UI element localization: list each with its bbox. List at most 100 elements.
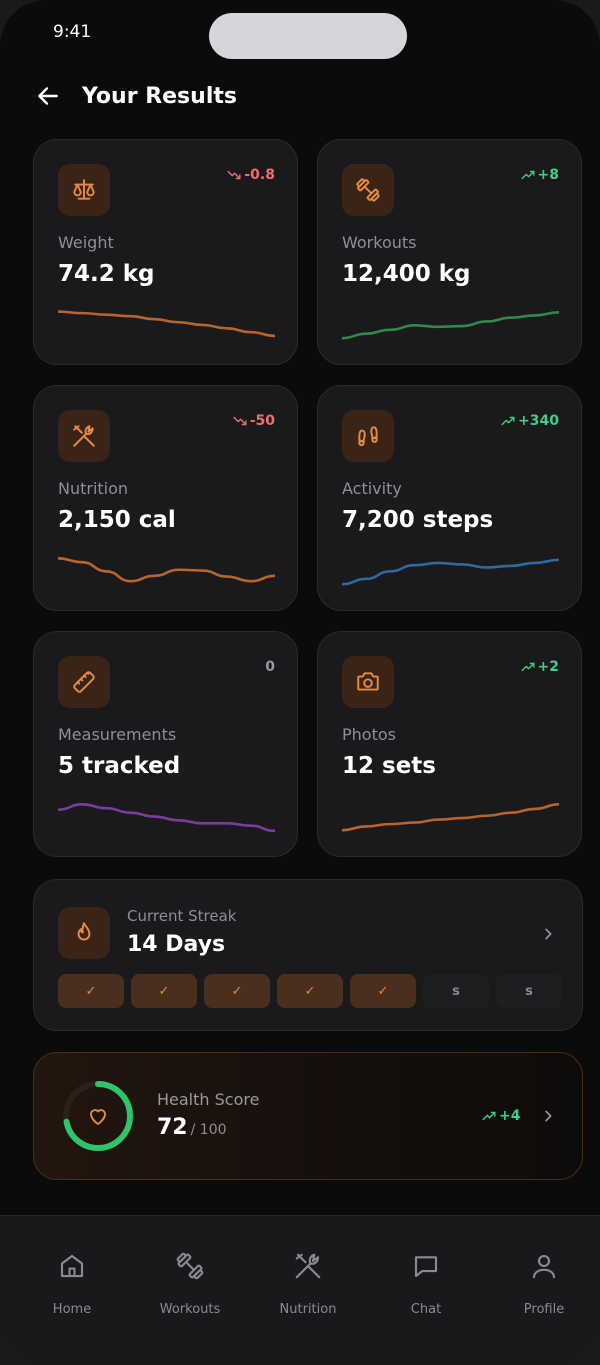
sparkline-path: [58, 310, 275, 338]
streak-day: s: [423, 974, 489, 1008]
sparkline: [342, 558, 559, 586]
sparkline: [58, 557, 275, 583]
sparkline: [342, 311, 559, 340]
card-label: Measurements: [58, 725, 177, 744]
tab-bar: Home Workouts Nutrition Chat Profile: [0, 1215, 600, 1365]
card-icon-box: [58, 656, 110, 708]
utensils-icon: [295, 1253, 321, 1279]
heart-icon: [90, 1109, 106, 1125]
card-activity[interactable]: +340 Activity 7,200 steps: [317, 385, 582, 611]
sparkline-path: [342, 558, 559, 586]
trend-up-icon: [520, 170, 535, 180]
scale-icon: [73, 179, 95, 200]
dumbbell-icon: [356, 178, 380, 202]
card-icon-box: [58, 410, 110, 462]
card-icon-box: [58, 164, 110, 216]
trend-badge: +8: [520, 167, 559, 183]
utensils-icon: [73, 425, 95, 447]
health-score-number: 72: [157, 1115, 188, 1140]
streak-day: ✓: [277, 974, 343, 1008]
home-icon: [60, 1254, 84, 1278]
tab-label: Home: [52, 1302, 92, 1317]
back-button[interactable]: [34, 82, 62, 110]
tab-chat[interactable]: Chat: [366, 1216, 486, 1336]
health-score-max: / 100: [190, 1122, 227, 1138]
chevron-right-icon[interactable]: [540, 926, 556, 942]
card-weight[interactable]: -0.8 Weight 74.2 kg: [33, 139, 298, 365]
sparkline-path: [58, 803, 275, 833]
tab-nutrition[interactable]: Nutrition: [248, 1216, 368, 1336]
phone-screen: 9:41 Your Results -0.8 Weight 74.2 kg +8…: [0, 0, 600, 1365]
arrow-left-icon: [38, 87, 58, 105]
chat-icon: [414, 1256, 438, 1278]
user-icon: [532, 1254, 556, 1279]
tab-profile[interactable]: Profile: [484, 1216, 600, 1336]
health-score-label: Health Score: [157, 1090, 260, 1109]
trend-value: +340: [518, 413, 559, 429]
trend-up-icon: [501, 416, 515, 426]
trend-value: +2: [537, 659, 559, 675]
card-label: Nutrition: [58, 479, 129, 498]
card-value: 12,400 kg: [342, 261, 471, 287]
trend-value: +8: [537, 167, 559, 183]
streak-day: s: [496, 974, 562, 1008]
card-icon-box: [342, 410, 394, 462]
trend-down-icon: [227, 170, 241, 180]
trend-badge: 0: [265, 659, 275, 675]
card-icon-box: [58, 907, 110, 959]
dynamic-island: [209, 13, 407, 59]
card-photos[interactable]: +2 Photos 12 sets: [317, 631, 582, 857]
flame-icon: [77, 922, 91, 941]
trend-value: +4: [499, 1108, 521, 1124]
streak-days: ✓ ✓ ✓ ✓ ✓ s s: [58, 974, 562, 1008]
card-value: 2,150 cal: [58, 507, 176, 533]
streak-day: ✓: [204, 974, 270, 1008]
trend-value: -50: [249, 413, 275, 429]
sparkline: [58, 310, 275, 338]
sparkline-path: [342, 803, 559, 832]
trend-badge: -0.8: [227, 167, 275, 183]
card-measurements[interactable]: 0 Measurements 5 tracked: [33, 631, 298, 857]
streak-label: Current Streak: [127, 907, 237, 925]
streak-day: ✓: [131, 974, 197, 1008]
tab-label: Profile: [523, 1302, 565, 1317]
footprints-icon: [358, 426, 378, 447]
card-label: Photos: [342, 725, 396, 744]
card-label: Activity: [342, 479, 402, 498]
chevron-right-icon[interactable]: [540, 1108, 556, 1124]
sparkline-path: [342, 311, 559, 340]
header: Your Results: [34, 78, 237, 114]
streak-value: 14 Days: [127, 932, 226, 957]
tab-label: Workouts: [159, 1302, 221, 1317]
streak-card[interactable]: Current Streak 14 Days ✓ ✓ ✓ ✓ ✓ s s: [33, 879, 583, 1031]
tab-home[interactable]: Home: [12, 1216, 132, 1336]
card-label: Workouts: [342, 233, 417, 252]
status-time: 9:41: [53, 22, 92, 42]
card-icon-box: [342, 164, 394, 216]
card-value: 5 tracked: [58, 753, 181, 779]
trend-up-icon: [482, 1111, 496, 1121]
trend-down-icon: [233, 416, 247, 426]
card-icon-box: [342, 656, 394, 708]
camera-icon: [357, 672, 379, 691]
sparkline-path: [58, 557, 275, 583]
tab-label: Nutrition: [279, 1302, 337, 1317]
card-value: 74.2 kg: [58, 261, 155, 287]
page-title: Your Results: [82, 83, 237, 109]
card-workouts[interactable]: +8 Workouts 12,400 kg: [317, 139, 582, 365]
trend-up-icon: [520, 662, 535, 672]
streak-day: ✓: [350, 974, 416, 1008]
trend-value: 0: [265, 659, 275, 675]
trend-badge: -50: [233, 413, 275, 429]
tab-workouts[interactable]: Workouts: [130, 1216, 250, 1336]
health-score-card[interactable]: Health Score 72/ 100 +4: [33, 1052, 583, 1180]
sparkline: [342, 803, 559, 832]
trend-badge: +2: [520, 659, 559, 675]
card-label: Weight: [58, 233, 114, 252]
card-value: 12 sets: [342, 753, 436, 779]
card-nutrition[interactable]: -50 Nutrition 2,150 cal: [33, 385, 298, 611]
trend-value: -0.8: [244, 167, 275, 183]
card-value: 7,200 steps: [342, 507, 494, 533]
ruler-icon: [73, 671, 95, 693]
tab-label: Chat: [410, 1302, 442, 1317]
